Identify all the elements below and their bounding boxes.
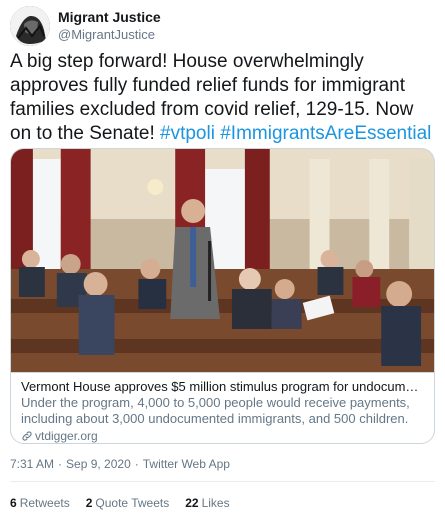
tweet-header: Migrant Justice @MigrantJustice [10,6,161,46]
retweets-stat[interactable]: 6 Retweets [10,496,70,510]
likes-count: 22 [185,496,199,510]
card-title[interactable]: Vermont House approves $5 million stimul… [21,378,424,395]
card-body: Vermont House approves $5 million stimul… [11,372,434,443]
tweet-meta: 7:31 AM · Sep 9, 2020 · Twitter Web App [10,457,230,471]
likes-label: Likes [201,496,230,510]
tweet-date[interactable]: Sep 9, 2020 [66,457,131,471]
quote-tweets-stat[interactable]: 2 Quote Tweets [86,496,170,510]
tweet-time[interactable]: 7:31 AM [10,457,54,471]
quote-tweets-count: 2 [85,496,93,510]
divider [10,481,435,482]
meta-separator: · [58,457,63,471]
retweets-count: 6 [10,496,17,510]
hashtag-immigrants-are-essential[interactable]: #ImmigrantsAreEssential [220,123,431,144]
author-display-name[interactable]: Migrant Justice [58,9,161,26]
card-domain[interactable]: vtdigger.org [21,428,424,443]
link-icon [22,431,32,441]
tweet: Migrant Justice @MigrantJustice A big st… [0,0,445,517]
tweet-source[interactable]: Twitter Web App [143,457,230,471]
author-handle[interactable]: @MigrantJustice [58,26,161,43]
avatar-image [10,6,50,46]
likes-stat[interactable]: 22 Likes [185,496,229,510]
card-description: Under the program, 4,000 to 5,000 people… [21,395,410,426]
link-card[interactable]: Vermont House approves $5 million stimul… [10,148,435,444]
retweets-label: Retweets [19,496,70,510]
hashtag-vtpoli[interactable]: #vtpoli [160,123,215,144]
card-domain-text: vtdigger.org [35,429,98,443]
tweet-text: A big step forward! House overwhelmingly… [10,50,435,146]
card-image [11,149,434,372]
tweet-stats: 6 Retweets 2 Quote Tweets 22 Likes [10,496,230,510]
avatar[interactable] [10,6,50,46]
quote-tweets-label: Quote Tweets [95,496,170,510]
meta-separator: · [134,457,139,471]
